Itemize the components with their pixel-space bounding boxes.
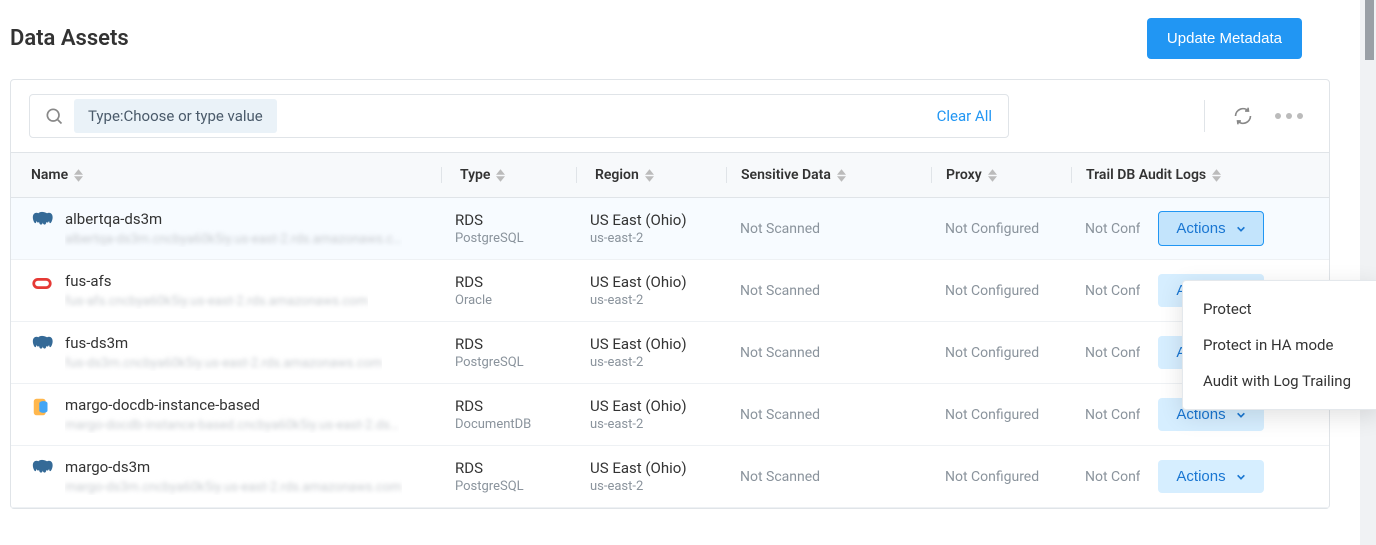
dropdown-item-protect[interactable]: Protect [1183,291,1376,327]
table-header: Name Type Region [11,153,1329,198]
asset-name: margo-ds3m [65,458,402,476]
actions-dropdown: Protect Protect in HA mode Audit with Lo… [1182,280,1376,410]
asset-proxy: Not Configured [931,283,1071,299]
table-row[interactable]: margo-docdb-instance-based margo-docdb-in… [11,384,1329,446]
actions-button-label: Actions [1176,468,1225,485]
col-header-proxy-label: Proxy [946,167,982,183]
col-header-trail[interactable]: Trail DB Audit Logs [1071,167,1286,183]
actions-button[interactable]: Actions [1158,211,1264,246]
col-header-name[interactable]: Name [11,167,441,183]
asset-endpoint: albertqa-ds3m.cncbya60k5iy.us-east-2.rds… [65,232,402,247]
asset-subtype: PostgreSQL [455,479,524,494]
asset-region-code: us-east-2 [590,293,687,308]
asset-sensitive: Not Scanned [726,469,931,485]
sort-icon [74,169,83,182]
assets-panel: Type:Choose or type value Clear All [10,79,1330,509]
col-header-sensitive[interactable]: Sensitive Data [726,167,931,183]
chevron-down-icon [1236,410,1246,420]
table-row[interactable]: margo-ds3m margo-ds3m.cncbya60k5iy.us-eas… [11,446,1329,508]
asset-subtype: PostgreSQL [455,231,524,246]
asset-subtype: DocumentDB [455,417,531,432]
dropdown-item-audit[interactable]: Audit with Log Trailing [1183,363,1376,399]
clear-all-link[interactable]: Clear All [937,107,1000,125]
asset-sensitive: Not Scanned [726,345,931,361]
asset-trail: Not Configured [1085,469,1140,485]
table-row[interactable]: fus-afs fus-afs.cncbya60k5iy.us-east-2.rd… [11,260,1329,322]
asset-trail: Not Configured [1085,221,1140,237]
asset-trail: Not Configured [1085,345,1140,361]
filter-chip-prefix: Type: [88,107,124,125]
asset-region: US East (Ohio) [590,459,687,477]
col-header-region-label: Region [595,167,639,183]
actions-button-label: Actions [1176,220,1225,237]
asset-type: RDS [455,273,492,291]
asset-region-code: us-east-2 [590,355,687,370]
asset-proxy: Not Configured [931,469,1071,485]
chevron-down-icon [1236,472,1246,482]
asset-sensitive: Not Scanned [726,407,931,423]
asset-name: margo-docdb-instance-based [65,396,399,414]
asset-type: RDS [455,397,531,415]
sort-icon [1212,169,1221,182]
asset-region-code: us-east-2 [590,479,687,494]
actions-button[interactable]: Actions [1158,460,1264,493]
asset-subtype: Oracle [455,293,492,308]
asset-region-code: us-east-2 [590,417,687,432]
asset-name: fus-afs [65,272,368,290]
oracle-icon [31,272,53,294]
asset-type: RDS [455,459,524,477]
asset-proxy: Not Configured [931,221,1071,237]
filter-chip-value: Choose or type value [124,107,263,125]
col-header-type-label: Type [460,167,490,183]
more-options-icon[interactable] [1275,113,1303,119]
asset-region-code: us-east-2 [590,231,687,246]
update-metadata-button[interactable]: Update Metadata [1147,18,1302,59]
col-header-sensitive-label: Sensitive Data [741,167,831,183]
asset-type: RDS [455,335,524,353]
col-header-proxy[interactable]: Proxy [931,167,1071,183]
postgresql-icon [31,334,53,356]
asset-region: US East (Ohio) [590,397,687,415]
asset-endpoint: fus-afs.cncbya60k5iy.us-east-2.rds.amazo… [65,294,368,309]
asset-trail: Not Configured [1085,407,1140,423]
col-header-region[interactable]: Region [576,167,726,183]
filter-search[interactable]: Type:Choose or type value Clear All [29,94,1009,138]
chevron-down-icon [1236,224,1246,234]
documentdb-icon [31,396,53,418]
sort-icon [496,169,505,182]
asset-name: fus-ds3m [65,334,382,352]
asset-type: RDS [455,211,524,229]
search-icon [44,106,64,126]
col-header-name-label: Name [31,167,68,183]
asset-proxy: Not Configured [931,345,1071,361]
dropdown-item-protect-ha[interactable]: Protect in HA mode [1183,327,1376,363]
asset-subtype: PostgreSQL [455,355,524,370]
asset-sensitive: Not Scanned [726,283,931,299]
toolbar-divider [1204,100,1205,132]
asset-trail: Not Configured [1085,283,1140,299]
asset-endpoint: fus-ds3m.cncbya60k5iy.us-east-2.rds.amaz… [65,356,382,371]
asset-region: US East (Ohio) [590,335,687,353]
scrollbar[interactable] [1360,0,1376,545]
postgresql-icon [31,210,53,232]
asset-region: US East (Ohio) [590,211,687,229]
refresh-icon[interactable] [1233,106,1253,126]
postgresql-icon [31,458,53,480]
asset-sensitive: Not Scanned [726,221,931,237]
table-row[interactable]: albertqa-ds3m albertqa-ds3m.cncbya60k5iy.… [11,198,1329,260]
asset-region: US East (Ohio) [590,273,687,291]
asset-endpoint: margo-docdb-instance-based.cncbya60k5iy.… [65,418,399,433]
scrollbar-thumb[interactable] [1365,0,1374,60]
asset-name: albertqa-ds3m [65,210,402,228]
sort-icon [837,169,846,182]
table-row[interactable]: fus-ds3m fus-ds3m.cncbya60k5iy.us-east-2.… [11,322,1329,384]
sort-icon [645,169,654,182]
filter-chip-type[interactable]: Type:Choose or type value [74,99,277,133]
asset-endpoint: margo-ds3m.cncbya60k5iy.us-east-2.rds.am… [65,480,402,495]
col-header-type[interactable]: Type [441,167,576,183]
col-header-trail-label: Trail DB Audit Logs [1086,167,1206,183]
page-title: Data Assets [10,26,129,51]
sort-icon [988,169,997,182]
asset-proxy: Not Configured [931,407,1071,423]
